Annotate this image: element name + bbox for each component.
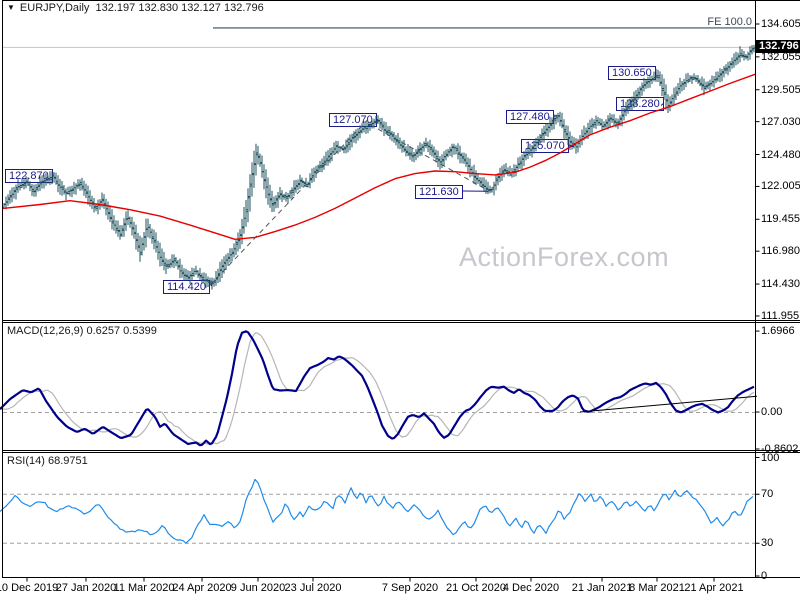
trading-chart-window: ActionForex.com ▼ EURJPY,Daily 132.197 13… bbox=[0, 0, 800, 600]
rsi-axis-label: 100 bbox=[761, 451, 780, 464]
price-axis-label: 111.955 bbox=[761, 309, 800, 322]
current-price-tag: 132.796 bbox=[756, 40, 800, 54]
date-label: 7 Sep 2020 bbox=[381, 582, 439, 594]
moving-average-line bbox=[2, 73, 756, 241]
macd-axis-label: 1.6966 bbox=[761, 325, 795, 338]
date-label: 10 Dec 2019 bbox=[0, 582, 59, 594]
price-axis-label: 122.005 bbox=[761, 180, 800, 193]
rsi-axis-label: 70 bbox=[761, 488, 774, 501]
price-axis-label: 114.430 bbox=[761, 278, 800, 291]
swing-label-connector bbox=[660, 102, 665, 106]
rsi-axis-label: 30 bbox=[761, 537, 774, 550]
price-axis-label: 124.480 bbox=[761, 148, 800, 161]
date-label: 24 Apr 2020 bbox=[172, 582, 232, 594]
rsi-indicator-title: RSI(14) 68.9751 bbox=[7, 455, 88, 467]
macd-main-line bbox=[0, 330, 755, 447]
date-label: 4 Dec 2020 bbox=[502, 582, 560, 594]
macd-indicator-title: MACD(12,26,9) 0.6257 0.5399 bbox=[7, 325, 157, 337]
rsi-axis-label: 0 bbox=[761, 570, 768, 582]
price-trendline-dashed bbox=[209, 119, 369, 286]
date-label: 21 Apr 2021 bbox=[684, 582, 744, 594]
date-label: 11 Mar 2020 bbox=[113, 582, 175, 594]
date-label: 23 Jul 2020 bbox=[284, 582, 342, 594]
macd-axis-label: 0.00 bbox=[761, 406, 783, 418]
macd-signal-line bbox=[0, 332, 755, 445]
date-label: 21 Oct 2020 bbox=[446, 582, 506, 594]
chart-title: EURJPY,Daily 132.197 132.830 132.127 132… bbox=[19, 2, 264, 14]
price-axis-label: 119.455 bbox=[761, 213, 800, 226]
price-axis-label: 134.605 bbox=[761, 18, 800, 30]
date-label: 8 Mar 2021 bbox=[629, 582, 685, 594]
date-label: 9 Jun 2020 bbox=[230, 582, 286, 594]
fibonacci-expansion-label: FE 100.0 bbox=[707, 16, 752, 28]
price-axis-label: 127.030 bbox=[761, 115, 800, 128]
date-label: 27 Jan 2020 bbox=[55, 582, 117, 594]
chart-canvas[interactable] bbox=[0, 0, 800, 600]
price-axis-label: 116.980 bbox=[761, 245, 800, 258]
ohlc-bars bbox=[2, 44, 756, 290]
rsi-line bbox=[0, 478, 754, 544]
collapse-triangle-icon[interactable]: ▼ bbox=[7, 3, 15, 12]
price-axis-label: 129.505 bbox=[761, 83, 800, 96]
chart-title-bar: ▼ EURJPY,Daily 132.197 132.830 132.127 13… bbox=[7, 2, 264, 14]
date-label: 21 Jan 2021 bbox=[571, 582, 633, 594]
